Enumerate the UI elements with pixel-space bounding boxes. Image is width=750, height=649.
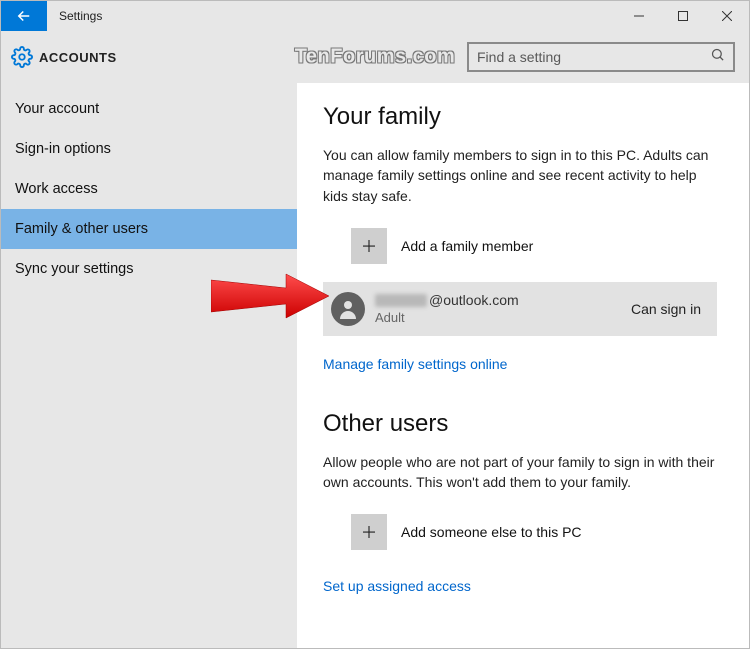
plus-icon — [360, 523, 378, 541]
family-member-row[interactable]: @outlook.com Adult Can sign in — [323, 282, 717, 336]
sidebar-item-work-access[interactable]: Work access — [1, 169, 297, 209]
close-icon — [722, 11, 732, 21]
other-users-description: Allow people who are not part of your fa… — [323, 452, 717, 493]
family-description: You can allow family members to sign in … — [323, 145, 717, 206]
sidebar-item-signin-options[interactable]: Sign-in options — [1, 129, 297, 169]
member-status: Can sign in — [631, 301, 701, 317]
minimize-button[interactable] — [617, 1, 661, 31]
search-input[interactable] — [477, 49, 710, 65]
search-icon — [710, 47, 725, 67]
manage-family-link[interactable]: Manage family settings online — [323, 356, 507, 372]
sidebar-item-sync-settings[interactable]: Sync your settings — [1, 249, 297, 289]
minimize-icon — [634, 11, 644, 21]
header-title: ACCOUNTS — [39, 50, 117, 65]
member-email: @outlook.com — [375, 292, 519, 308]
content: Your family You can allow family members… — [297, 83, 749, 648]
assigned-access-link[interactable]: Set up assigned access — [323, 578, 471, 594]
close-button[interactable] — [705, 1, 749, 31]
add-family-label: Add a family member — [401, 238, 533, 254]
maximize-button[interactable] — [661, 1, 705, 31]
maximize-icon — [678, 11, 688, 21]
add-other-user-row[interactable]: Add someone else to this PC — [351, 514, 717, 550]
other-users-heading: Other users — [323, 410, 717, 438]
add-family-member-row[interactable]: Add a family member — [351, 228, 717, 264]
search-box[interactable] — [467, 42, 735, 72]
add-family-plus[interactable] — [351, 228, 387, 264]
email-domain: @outlook.com — [429, 292, 519, 308]
family-heading: Your family — [323, 103, 717, 131]
sidebar-item-your-account[interactable]: Your account — [1, 89, 297, 129]
add-other-label: Add someone else to this PC — [401, 524, 582, 540]
back-button[interactable] — [1, 1, 47, 31]
arrow-left-icon — [15, 7, 33, 25]
window-title: Settings — [47, 1, 114, 31]
body: Your account Sign-in options Work access… — [1, 83, 749, 648]
settings-window: Settings ACCOUNTS TenForums.com Your acc… — [0, 0, 750, 649]
person-icon — [336, 297, 360, 321]
sidebar: Your account Sign-in options Work access… — [1, 83, 297, 648]
member-role: Adult — [375, 310, 519, 325]
other-users-section: Other users Allow people who are not par… — [323, 410, 717, 597]
avatar — [331, 292, 365, 326]
titlebar: Settings — [1, 1, 749, 31]
add-other-plus[interactable] — [351, 514, 387, 550]
sidebar-item-family-other-users[interactable]: Family & other users — [1, 209, 297, 249]
member-info: @outlook.com Adult — [375, 292, 519, 325]
watermark: TenForums.com — [295, 46, 456, 69]
gear-icon — [11, 46, 33, 68]
plus-icon — [360, 237, 378, 255]
email-redacted — [375, 294, 427, 307]
header: ACCOUNTS TenForums.com — [1, 31, 749, 83]
